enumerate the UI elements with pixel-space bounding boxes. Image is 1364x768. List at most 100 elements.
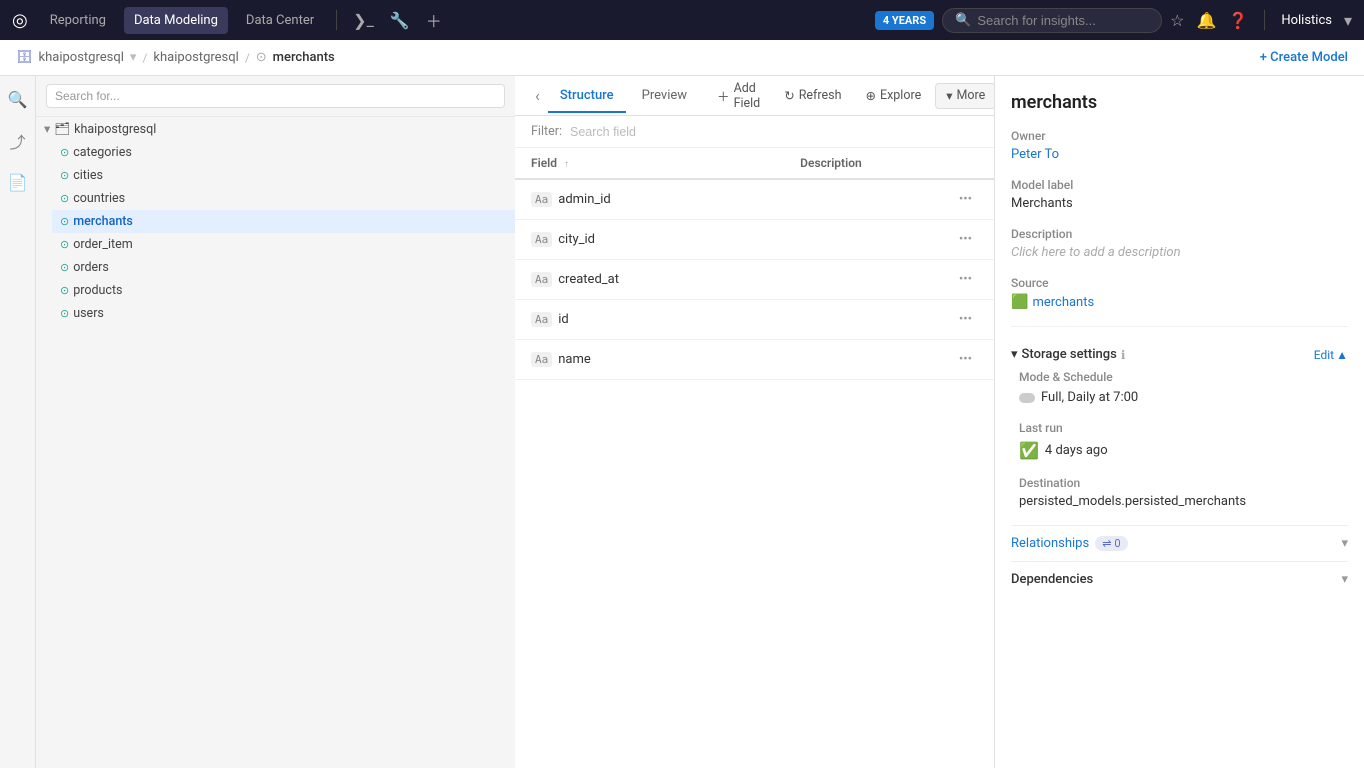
- search-sidebar-icon[interactable]: 🔍: [2, 84, 34, 115]
- table-icon-products: ⊙: [60, 284, 69, 297]
- field-name-created_at: Aa created_at: [531, 272, 768, 287]
- toggle-icon: [1019, 393, 1035, 403]
- storage-title: ▾ Storage settings ℹ: [1011, 347, 1125, 362]
- row-actions-id: •••: [953, 310, 978, 329]
- tab-structure[interactable]: Structure: [548, 80, 626, 113]
- tree-item-cities[interactable]: ⊙ cities: [52, 164, 515, 187]
- table-icon-orders: ⊙: [60, 261, 69, 274]
- description-cell-created_at: •••: [784, 260, 994, 300]
- field-name-city_id: Aa city_id: [531, 232, 768, 247]
- table-row[interactable]: Aa admin_id •••: [515, 179, 994, 220]
- nav-item-data-modeling[interactable]: Data Modeling: [124, 7, 228, 34]
- refresh-label: Refresh: [799, 88, 842, 103]
- sidebar-search-area: [36, 76, 515, 117]
- user-chevron-icon[interactable]: ▾: [1344, 11, 1352, 30]
- share-sidebar-icon[interactable]: ⤴: [3, 123, 31, 159]
- tree-label-orders: orders: [73, 260, 109, 275]
- tab-preview[interactable]: Preview: [630, 80, 699, 113]
- refresh-button[interactable]: ↻ Refresh: [774, 84, 851, 108]
- breadcrumb-dataset[interactable]: khaipostgresql: [153, 50, 238, 65]
- nav-item-data-center[interactable]: Data Center: [236, 7, 324, 34]
- row-more-created_at[interactable]: •••: [953, 270, 978, 289]
- description-cell-name: •••: [784, 340, 994, 380]
- tree-item-categories[interactable]: ⊙ categories: [52, 141, 515, 164]
- fields-table: Field ↑ Description Aa admin_id: [515, 148, 994, 380]
- storage-edit-label: Edit: [1314, 348, 1334, 362]
- storage-info-icon: ℹ: [1121, 348, 1126, 362]
- storage-header[interactable]: ▾ Storage settings ℹ Edit ▲: [1011, 339, 1348, 370]
- dependencies-header[interactable]: Dependencies ▾: [1011, 572, 1348, 587]
- subscription-badge[interactable]: 4 YEARS: [875, 11, 934, 30]
- table-row[interactable]: Aa id •••: [515, 300, 994, 340]
- content-tabs-bar: ‹ Structure Preview ＋ Add Field ↻ Refres…: [515, 76, 994, 116]
- field-name-admin_id: Aa admin_id: [531, 192, 768, 207]
- add-field-button[interactable]: ＋ Add Field: [707, 77, 770, 115]
- table-row[interactable]: Aa name •••: [515, 340, 994, 380]
- global-search-input[interactable]: [977, 13, 1149, 28]
- right-panel: merchants Owner Peter To Model label Mer…: [994, 76, 1364, 768]
- destination-section: Destination persisted_models.persisted_m…: [1011, 476, 1348, 509]
- sidebar-search-input[interactable]: [46, 84, 505, 108]
- filter-input[interactable]: [570, 125, 978, 139]
- column-header-field[interactable]: Field ↑: [515, 148, 784, 179]
- tree-item-users[interactable]: ⊙ users: [52, 302, 515, 325]
- tab-left-arrow[interactable]: ‹: [531, 86, 544, 105]
- table-row[interactable]: Aa city_id •••: [515, 220, 994, 260]
- nav-item-reporting[interactable]: Reporting: [40, 7, 116, 34]
- more-button[interactable]: ▾ More: [935, 83, 994, 109]
- table-icon-merchants: ⊙: [60, 215, 69, 228]
- model-label-label: Model label: [1011, 178, 1348, 192]
- table-row[interactable]: Aa created_at •••: [515, 260, 994, 300]
- source-value[interactable]: 🟩 merchants: [1011, 294, 1348, 310]
- explore-button[interactable]: ⊕ Explore: [855, 84, 931, 108]
- row-more-admin_id[interactable]: •••: [953, 190, 978, 209]
- tree-item-orders[interactable]: ⊙ orders: [52, 256, 515, 279]
- row-more-name[interactable]: •••: [953, 350, 978, 369]
- create-model-button[interactable]: + Create Model: [1260, 50, 1348, 65]
- success-check-icon: ✅: [1019, 441, 1039, 460]
- tree-item-order-item[interactable]: ⊙ order_item: [52, 233, 515, 256]
- top-nav-right: ☆ 🔔 ❓ Holistics ▾: [1170, 10, 1352, 30]
- owner-section: Owner Peter To: [1011, 129, 1348, 162]
- owner-value[interactable]: Peter To: [1011, 147, 1348, 162]
- global-search[interactable]: 🔍: [942, 8, 1162, 33]
- table-icon-categories: ⊙: [60, 146, 69, 159]
- field-cell-admin_id: Aa admin_id: [515, 179, 784, 220]
- row-more-city_id[interactable]: •••: [953, 230, 978, 249]
- row-more-id[interactable]: •••: [953, 310, 978, 329]
- bell-icon[interactable]: 🔔: [1196, 11, 1216, 30]
- help-icon[interactable]: ❓: [1228, 11, 1248, 30]
- column-header-description[interactable]: Description: [784, 148, 994, 179]
- plus-icon[interactable]: ＋: [422, 4, 446, 36]
- field-name-text-id: id: [558, 312, 569, 327]
- refresh-icon: ↻: [784, 88, 794, 104]
- user-menu[interactable]: Holistics: [1281, 13, 1332, 28]
- storage-settings-section: ▾ Storage settings ℹ Edit ▲ Mode & Sched…: [1011, 339, 1348, 509]
- field-cell-id: Aa id: [515, 300, 784, 340]
- field-cell-created_at: Aa created_at: [515, 260, 784, 300]
- field-name-text-admin_id: admin_id: [558, 192, 611, 207]
- description-section: Description Click here to add a descript…: [1011, 227, 1348, 260]
- description-cell-id: •••: [784, 300, 994, 340]
- field-cell-name: Aa name: [515, 340, 784, 380]
- storage-edit-button[interactable]: Edit ▲: [1314, 348, 1348, 362]
- field-name-text-city_id: city_id: [558, 232, 595, 247]
- tree-item-merchants[interactable]: ⊙ merchants: [52, 210, 515, 233]
- document-sidebar-icon[interactable]: 📄: [2, 167, 34, 198]
- relationships-header[interactable]: Relationships ⇌ 0 ▾: [1011, 536, 1348, 551]
- search-icon: 🔍: [955, 13, 971, 28]
- tree-item-countries[interactable]: ⊙ countries: [52, 187, 515, 210]
- breadcrumb-connection[interactable]: khaipostgresql: [39, 50, 124, 65]
- wrench-icon[interactable]: 🔧: [386, 7, 414, 34]
- breadcrumb-sep-1: /: [142, 51, 147, 65]
- tree-item-products[interactable]: ⊙ products: [52, 279, 515, 302]
- terminal-icon[interactable]: ❯_: [349, 7, 378, 34]
- tree-root-item[interactable]: ▾ 🗂 khaipostgresql: [36, 117, 515, 141]
- tree-children: ⊙ categories ⊙ cities ⊙ countries ⊙ merc…: [36, 141, 515, 325]
- star-icon[interactable]: ☆: [1170, 11, 1184, 30]
- row-actions-admin_id: •••: [953, 190, 978, 209]
- destination-value: persisted_models.persisted_merchants: [1019, 494, 1348, 509]
- description-placeholder[interactable]: Click here to add a description: [1011, 245, 1348, 260]
- more-chevron-icon: ▾: [946, 88, 952, 104]
- dependencies-title: Dependencies: [1011, 572, 1093, 587]
